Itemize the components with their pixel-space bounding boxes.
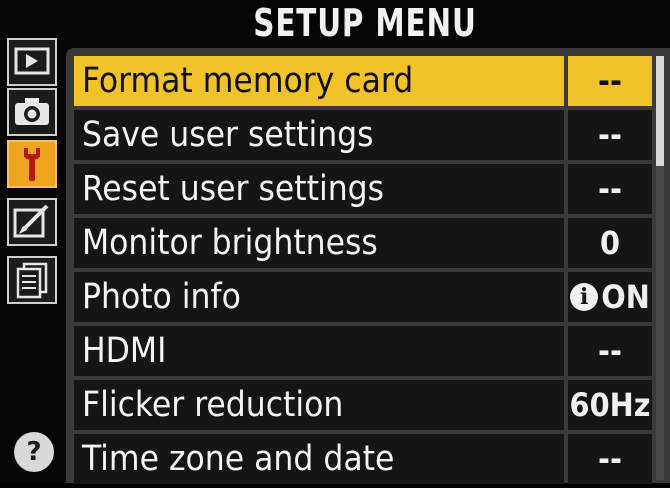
menu-item-value: -- bbox=[568, 164, 652, 214]
menu-item-label: Photo info bbox=[74, 272, 564, 322]
wrench-icon bbox=[24, 148, 40, 181]
tab-retouch[interactable] bbox=[7, 198, 57, 246]
tab-playback[interactable] bbox=[7, 38, 57, 86]
page-title: SETUP MENU bbox=[253, 1, 477, 45]
menu-item-monitor-brightness[interactable]: Monitor brightness 0 bbox=[74, 218, 652, 268]
menu-item-label: Reset user settings bbox=[74, 164, 564, 214]
tab-setup[interactable] bbox=[7, 140, 57, 188]
playback-icon bbox=[14, 47, 50, 75]
menu-item-value: i ON bbox=[568, 272, 652, 322]
menu-item-value: -- bbox=[568, 326, 652, 376]
menu-item-label: Time zone and date bbox=[74, 434, 564, 484]
menu-item-label: Flicker reduction bbox=[74, 380, 564, 430]
tab-recent[interactable] bbox=[7, 256, 57, 304]
menu-item-label: Format memory card bbox=[74, 56, 564, 106]
menu-item-reset-user-settings[interactable]: Reset user settings -- bbox=[74, 164, 652, 214]
info-icon: i bbox=[570, 283, 599, 311]
camera-icon bbox=[15, 98, 49, 125]
scrollbar[interactable] bbox=[656, 56, 664, 480]
menu-item-label: Save user settings bbox=[74, 110, 564, 160]
menu-item-value: 0 bbox=[568, 218, 652, 268]
menu-item-value: -- bbox=[568, 110, 652, 160]
menu-item-value: -- bbox=[568, 434, 652, 484]
menu-item-flicker-reduction[interactable]: Flicker reduction 60Hz bbox=[74, 380, 652, 430]
menu-item-label: HDMI bbox=[74, 326, 564, 376]
menu-item-save-user-settings[interactable]: Save user settings -- bbox=[74, 110, 652, 160]
menu-item-photo-info[interactable]: Photo info i ON bbox=[74, 272, 652, 322]
menu-tab-column: ? bbox=[0, 30, 66, 483]
retouch-brush-icon bbox=[13, 204, 49, 238]
menu-panel: Format memory card -- Save user settings… bbox=[66, 48, 670, 484]
scrollbar-thumb[interactable] bbox=[656, 56, 664, 166]
menu-item-hdmi[interactable]: HDMI -- bbox=[74, 326, 652, 376]
menu-item-time-zone-and-date[interactable]: Time zone and date -- bbox=[74, 434, 652, 484]
menu-item-value: 60Hz bbox=[568, 380, 652, 430]
photo-info-value: ON bbox=[601, 278, 650, 316]
menu-item-format-memory-card[interactable]: Format memory card -- bbox=[74, 56, 652, 106]
menu-list: Format memory card -- Save user settings… bbox=[74, 56, 652, 488]
help-icon[interactable]: ? bbox=[14, 432, 54, 472]
tab-shooting[interactable] bbox=[7, 88, 57, 136]
camera-screen: SETUP MENU ? Format memory card -- Save … bbox=[0, 0, 670, 484]
menu-item-label: Monitor brightness bbox=[74, 218, 564, 268]
menu-item-value: -- bbox=[568, 56, 652, 106]
recent-settings-icon bbox=[16, 262, 48, 299]
